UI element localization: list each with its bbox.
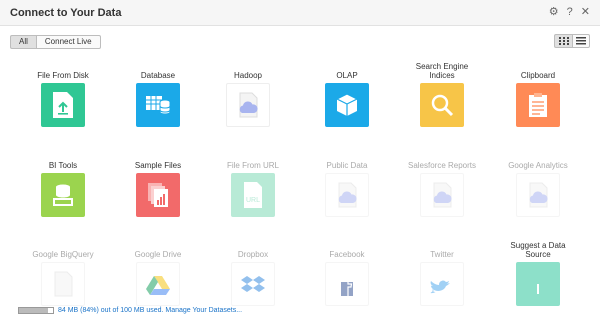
- upload-icon: [41, 83, 85, 127]
- twitter-icon: [420, 262, 464, 306]
- tile-label: Public Data: [326, 161, 368, 170]
- svg-text:URL: URL: [246, 197, 260, 204]
- tile-file-from-url[interactable]: File From URL URL: [208, 152, 298, 217]
- filter-connect-live-button[interactable]: Connect Live: [35, 35, 101, 49]
- view-toggle: [554, 34, 590, 48]
- suggest-icon: [516, 262, 560, 306]
- tile-label: Clipboard: [520, 71, 556, 80]
- tile-label: Facebook: [329, 250, 365, 259]
- usage-text-link[interactable]: 84 MB (84%) out of 100 MB used. Manage Y…: [58, 307, 242, 314]
- tile-label: BI Tools: [48, 161, 78, 170]
- clipboard-icon: [516, 83, 560, 127]
- cloud-file-icon: [41, 262, 85, 306]
- tile-label: Suggest a Data Source: [510, 241, 566, 259]
- tile-label: Google BigQuery: [32, 250, 94, 259]
- tile-label: Hadoop: [233, 71, 263, 80]
- cloud-file-icon: [226, 83, 270, 127]
- filter-all-button[interactable]: All: [10, 35, 36, 49]
- tile-label: Dropbox: [237, 250, 269, 259]
- cloud-file-icon: [516, 173, 560, 217]
- bi-tools-icon: [41, 173, 85, 217]
- tile-label: Database: [140, 71, 176, 80]
- tile-database[interactable]: Database: [113, 62, 203, 127]
- tile-label: OLAP: [336, 71, 358, 80]
- tile-search-engine-indices[interactable]: Search Engine Indices: [397, 62, 487, 127]
- tile-label: Sample Files: [134, 161, 182, 170]
- usage-fill: [19, 308, 48, 313]
- tile-google-analytics[interactable]: Google Analytics: [493, 152, 583, 217]
- grid-icon: [558, 37, 569, 45]
- tile-twitter[interactable]: Twitter: [397, 241, 487, 306]
- tile-label: Twitter: [430, 250, 454, 259]
- google-drive-icon: [136, 262, 180, 306]
- help-icon[interactable]: ?: [567, 6, 573, 19]
- tile-label: Google Drive: [134, 250, 182, 259]
- tile-salesforce-reports[interactable]: Salesforce Reports: [397, 152, 487, 217]
- tile-hadoop[interactable]: Hadoop: [203, 62, 293, 127]
- tile-suggest-data-source[interactable]: Suggest a Data Source: [493, 241, 583, 306]
- usage-bar: [18, 307, 54, 314]
- tile-file-from-disk[interactable]: File From Disk: [18, 62, 108, 127]
- tile-label: Salesforce Reports: [407, 161, 477, 170]
- title-actions: ⚙ ? ✕: [549, 6, 590, 19]
- tile-label: File From Disk: [37, 71, 89, 80]
- cloud-file-icon: [420, 173, 464, 217]
- tile-google-drive[interactable]: Google Drive: [113, 241, 203, 306]
- cube-icon: [325, 83, 369, 127]
- tile-facebook[interactable]: Facebook: [302, 241, 392, 306]
- database-icon: [136, 83, 180, 127]
- tile-label: File From URL: [226, 161, 279, 170]
- list-icon: [576, 37, 586, 45]
- grid-view-button[interactable]: [554, 34, 572, 48]
- list-view-button[interactable]: [572, 34, 590, 48]
- facebook-icon: [325, 262, 369, 306]
- cloud-file-icon: [325, 173, 369, 217]
- tile-public-data[interactable]: Public Data: [302, 152, 392, 217]
- filter-toggle: All Connect Live: [10, 35, 101, 49]
- magnifier-icon: [420, 83, 464, 127]
- tile-google-bigquery[interactable]: Google BigQuery: [18, 241, 108, 306]
- gear-icon[interactable]: ⚙: [549, 6, 559, 19]
- tile-label: Google Analytics: [508, 161, 568, 170]
- window-title: Connect to Your Data: [10, 7, 122, 19]
- tile-label: Search Engine Indices: [415, 62, 469, 80]
- tile-clipboard[interactable]: Clipboard: [493, 62, 583, 127]
- storage-usage: 84 MB (84%) out of 100 MB used. Manage Y…: [18, 307, 242, 314]
- title-bar: Connect to Your Data ⚙ ? ✕: [0, 0, 600, 26]
- tile-dropbox[interactable]: Dropbox: [208, 241, 298, 306]
- tile-bi-tools[interactable]: BI Tools: [18, 152, 108, 217]
- url-file-icon: URL: [231, 173, 275, 217]
- sample-files-icon: [136, 173, 180, 217]
- tile-sample-files[interactable]: Sample Files: [113, 152, 203, 217]
- close-icon[interactable]: ✕: [581, 6, 590, 19]
- tile-olap[interactable]: OLAP: [302, 62, 392, 127]
- dropbox-icon: [231, 262, 275, 306]
